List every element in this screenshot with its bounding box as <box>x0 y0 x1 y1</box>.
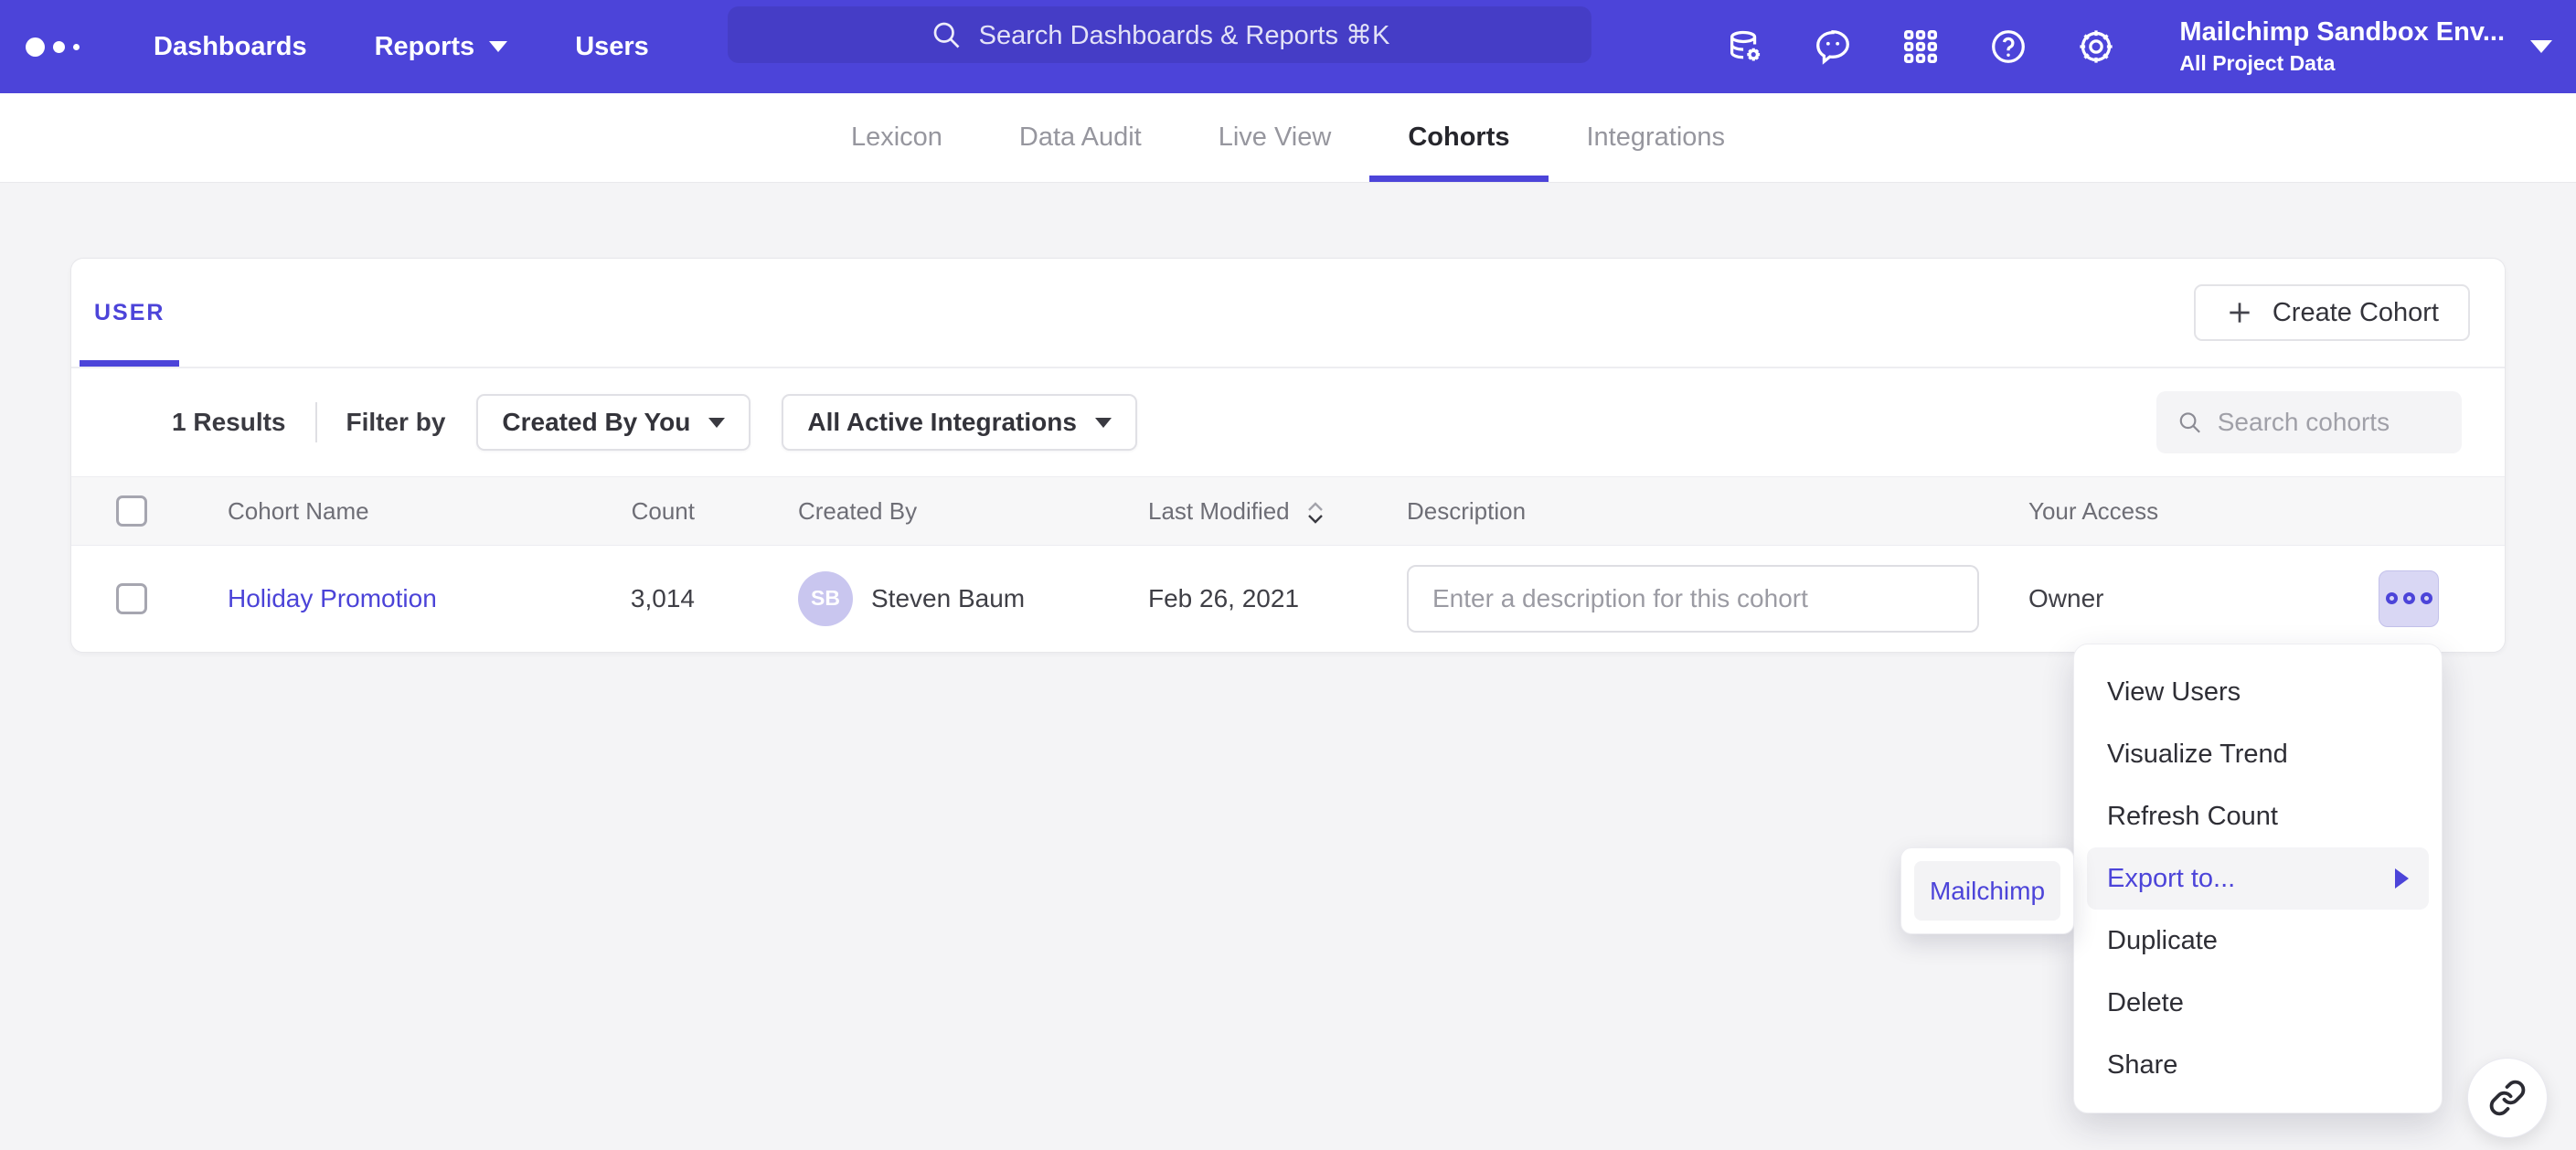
link-icon <box>2488 1079 2527 1117</box>
tab-label: Integrations <box>1587 122 1726 153</box>
nav-item-label: Reports <box>375 32 475 62</box>
menu-item-visualize-trend[interactable]: Visualize Trend <box>2074 723 2442 785</box>
project-switcher[interactable]: Mailchimp Sandbox Env... All Project Dat… <box>2179 17 2552 76</box>
chevron-down-icon <box>489 41 507 52</box>
tab-integrations[interactable]: Integrations <box>1549 93 1764 182</box>
header-cohort-name: Cohort Name <box>228 497 547 526</box>
created-by-name: Steven Baum <box>871 584 1025 613</box>
header-count: Count <box>547 497 798 526</box>
tab-lexicon[interactable]: Lexicon <box>813 93 981 182</box>
nav-item-dashboards[interactable]: Dashboards <box>154 32 307 62</box>
tab-live-view[interactable]: Live View <box>1180 93 1370 182</box>
header-checkbox-cell <box>71 495 228 527</box>
table-row: Holiday Promotion 3,014 SB Steven Baum F… <box>71 546 2505 651</box>
row-checkbox[interactable] <box>116 583 147 614</box>
menu-item-view-users[interactable]: View Users <box>2074 661 2442 723</box>
create-cohort-label: Create Cohort <box>2273 298 2439 328</box>
tab-cohorts[interactable]: Cohorts <box>1369 93 1548 182</box>
search-cohorts-field[interactable] <box>2156 391 2462 453</box>
nav-item-label: Users <box>575 32 649 62</box>
tab-label: Lexicon <box>851 122 942 153</box>
submenu-arrow-icon <box>2395 868 2409 889</box>
access-level: Owner <box>2028 584 2103 613</box>
last-modified-date: Feb 26, 2021 <box>1148 584 1398 613</box>
project-scope: All Project Data <box>2179 51 2505 76</box>
tab-data-audit[interactable]: Data Audit <box>981 93 1180 182</box>
ellipsis-icon <box>2403 592 2415 604</box>
tab-label: Data Audit <box>1019 122 1142 153</box>
tab-label: Live View <box>1219 122 1332 153</box>
ellipsis-icon <box>2386 592 2398 604</box>
menu-item-share[interactable]: Share <box>2074 1034 2442 1096</box>
ellipsis-icon <box>2421 592 2432 604</box>
row-actions-button[interactable] <box>2379 570 2439 627</box>
filter-toolbar: 1 Results Filter by Created By You All A… <box>71 368 2505 476</box>
header-your-access: Your Access <box>2028 497 2505 526</box>
menu-item-export-to[interactable]: Export to... <box>2087 847 2429 910</box>
logo-dot <box>53 41 65 53</box>
apps-grid-icon[interactable] <box>1900 26 1942 68</box>
global-search-placeholder: Search Dashboards & Reports ⌘K <box>979 19 1390 51</box>
integrations-filter-dropdown[interactable]: All Active Integrations <box>782 394 1137 451</box>
chevron-down-icon <box>2530 40 2552 53</box>
tab-user[interactable]: USER <box>80 259 179 367</box>
description-input[interactable] <box>1407 565 1979 633</box>
submenu-item-mailchimp[interactable]: Mailchimp <box>1914 861 2060 921</box>
menu-item-delete[interactable]: Delete <box>2074 972 2442 1034</box>
copy-link-button[interactable] <box>2467 1058 2548 1138</box>
top-navigation: Dashboards Reports Users Search Dashboar… <box>0 0 2576 93</box>
chevron-down-icon <box>1095 418 1112 428</box>
menu-item-label: Export to... <box>2107 864 2235 894</box>
create-cohort-button[interactable]: Create Cohort <box>2194 284 2470 341</box>
panel-header: USER Create Cohort <box>71 259 2505 368</box>
logo-dot <box>73 44 80 50</box>
header-created-by: Created By <box>798 497 1148 526</box>
header-description: Description <box>1398 497 2028 526</box>
global-search-input[interactable]: Search Dashboards & Reports ⌘K <box>728 6 1591 63</box>
chevron-down-icon <box>708 418 725 428</box>
avatar: SB <box>798 571 853 626</box>
nav-items: Dashboards Reports Users <box>154 32 649 62</box>
divider <box>315 402 317 442</box>
tab-label: Cohorts <box>1408 122 1509 153</box>
menu-item-refresh-count[interactable]: Refresh Count <box>2074 785 2442 847</box>
search-cohorts-input[interactable] <box>2218 408 2442 437</box>
logo-dot <box>26 37 45 57</box>
header-last-modified[interactable]: Last Modified <box>1148 497 1398 526</box>
data-management-subnav: Lexicon Data Audit Live View Cohorts Int… <box>0 93 2576 183</box>
created-by-cell: SB Steven Baum <box>798 571 1148 626</box>
project-name: Mailchimp Sandbox Env... <box>2179 17 2505 48</box>
tab-user-label: USER <box>94 300 165 326</box>
filter-label: Created By You <box>502 408 690 437</box>
project-info: Mailchimp Sandbox Env... All Project Dat… <box>2179 17 2505 76</box>
feedback-icon[interactable] <box>1812 26 1854 68</box>
header-last-modified-label: Last Modified <box>1148 497 1290 525</box>
created-by-filter-dropdown[interactable]: Created By You <box>476 394 750 451</box>
data-management-icon[interactable] <box>1724 26 1766 68</box>
search-icon <box>2177 407 2203 438</box>
filter-by-label: Filter by <box>346 408 446 437</box>
plus-icon <box>2225 298 2254 327</box>
topnav-right: Mailchimp Sandbox Env... All Project Dat… <box>1724 0 2552 93</box>
cohort-name-link[interactable]: Holiday Promotion <box>228 584 437 612</box>
row-checkbox-cell <box>71 583 228 614</box>
nav-item-users[interactable]: Users <box>575 32 649 62</box>
sort-icon <box>1307 502 1324 524</box>
select-all-checkbox[interactable] <box>116 495 147 527</box>
filter-label: All Active Integrations <box>807 408 1077 437</box>
cohort-count: 3,014 <box>547 584 798 613</box>
row-actions-menu: View Users Visualize Trend Refresh Count… <box>2073 644 2443 1113</box>
help-icon[interactable] <box>1987 26 2029 68</box>
table-header: Cohort Name Count Created By Last Modifi… <box>71 476 2505 546</box>
nav-item-reports[interactable]: Reports <box>375 32 508 62</box>
results-count: 1 Results <box>172 408 286 437</box>
cohorts-panel: USER Create Cohort 1 Results Filter by C… <box>70 258 2506 653</box>
search-icon <box>930 18 963 51</box>
mixpanel-logo[interactable] <box>26 37 90 57</box>
nav-item-label: Dashboards <box>154 32 307 62</box>
menu-item-duplicate[interactable]: Duplicate <box>2074 910 2442 972</box>
settings-icon[interactable] <box>2075 26 2117 68</box>
export-submenu: Mailchimp <box>1900 847 2074 934</box>
